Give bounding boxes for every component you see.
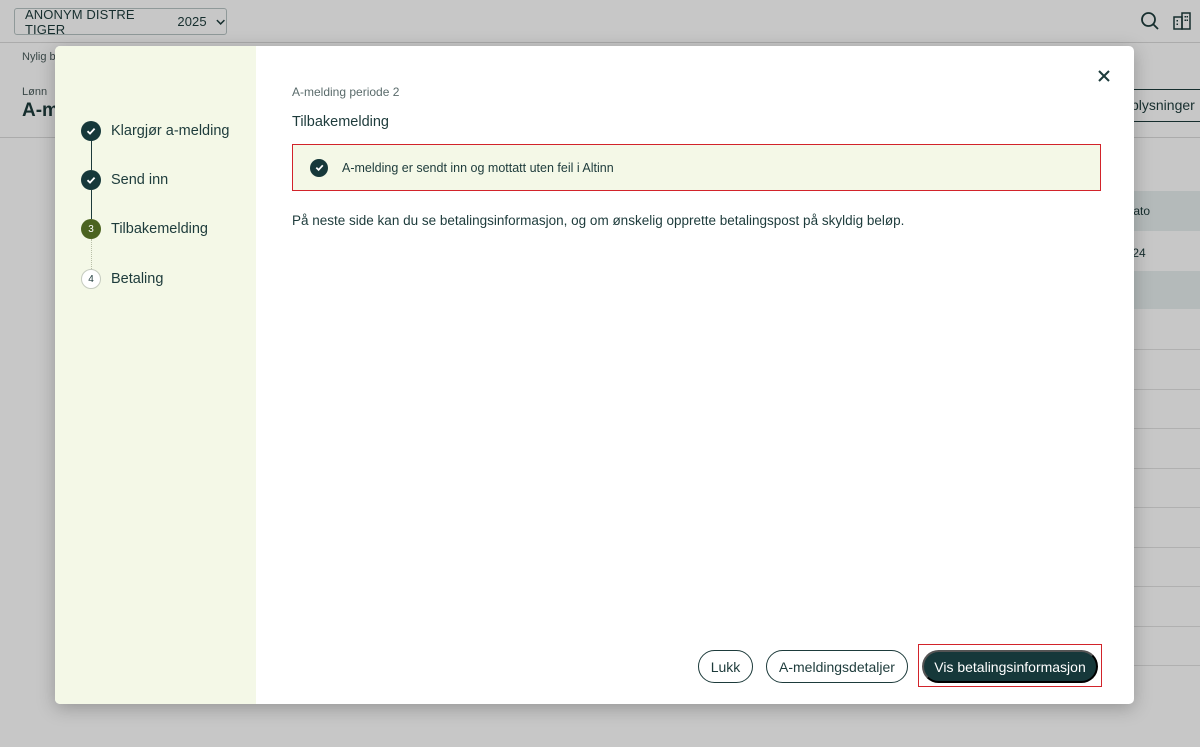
close-icon[interactable] [1094,66,1114,86]
step-label: Betaling [111,271,164,287]
step-connector [91,190,92,219]
step-connector [91,239,92,269]
step-number-badge: 3 [81,219,101,239]
step-submit[interactable]: Send inn [81,170,168,190]
info-text: På neste side kan du se betalingsinforma… [292,213,905,228]
step-payment[interactable]: 4 Betaling [81,269,163,289]
step-label: Send inn [111,172,169,188]
alert-message: A-melding er sendt inn og mottatt uten f… [342,160,614,175]
step-connector [91,140,92,170]
period-label: A-melding periode 2 [292,85,400,99]
section-title: Tilbakemelding [292,114,389,130]
show-payment-info-button[interactable]: Vis betalingsinformasjon [922,650,1098,683]
a-melding-dialog: Klargjør a-melding Send inn 3 Tilbakemel… [55,46,1134,704]
dialog-content: A-melding periode 2 Tilbakemelding A-mel… [256,46,1134,704]
stepper: Klargjør a-melding Send inn 3 Tilbakemel… [55,46,256,704]
step-label: Klargjør a-melding [111,123,230,139]
step-feedback[interactable]: 3 Tilbakemelding [81,219,208,239]
success-alert: A-melding er sendt inn og mottatt uten f… [292,144,1101,191]
details-button[interactable]: A-meldingsdetaljer [766,650,908,683]
step-prepare[interactable]: Klargjør a-melding [81,121,229,141]
check-icon [81,121,101,141]
step-number-badge: 4 [81,269,101,289]
check-circle-icon [310,158,328,177]
close-button[interactable]: Lukk [698,650,753,683]
check-icon [81,170,101,190]
step-label: Tilbakemelding [111,221,208,237]
